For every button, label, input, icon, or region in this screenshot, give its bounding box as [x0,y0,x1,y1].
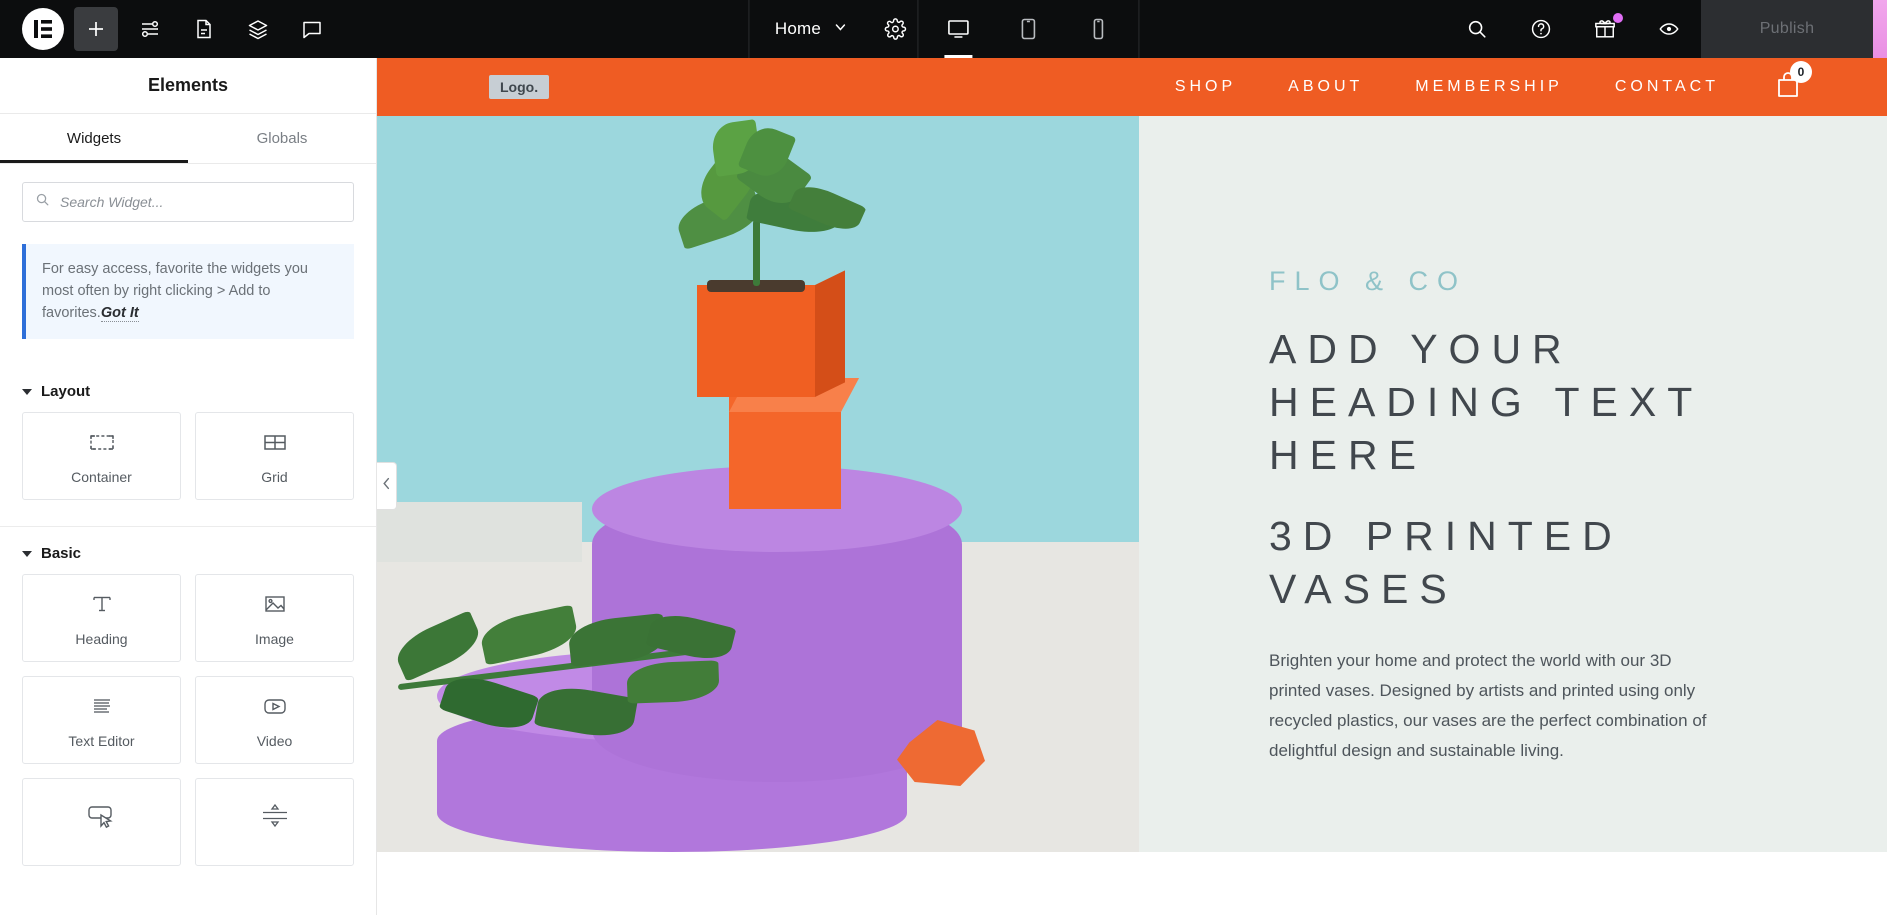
widget-label: Grid [261,469,288,485]
elementor-logo-icon[interactable] [22,8,64,50]
widget-text-editor[interactable]: Text Editor [22,676,181,764]
nav-link-membership[interactable]: MEMBERSHIP [1415,78,1563,96]
video-play-icon [260,691,290,721]
hero-heading[interactable]: ADD YOUR HEADING TEXT HERE [1269,323,1739,482]
widget-grid-basic: Heading Image Text Editor Video [0,574,376,866]
container-icon [87,427,117,457]
category-title: Basic [41,545,82,562]
accent-edge-strip [1873,0,1887,58]
tab-widgets-label: Widgets [66,130,122,147]
site-nav-links: SHOP ABOUT MEMBERSHIP CONTACT [1175,78,1719,96]
hero-paragraph[interactable]: Brighten your home and protect the world… [1269,646,1721,766]
tab-globals-label: Globals [256,130,308,147]
orange-cube-upper-side [815,270,845,397]
add-element-button[interactable] [74,7,118,51]
hero-eyebrow: FLO & CO [1269,266,1468,296]
hero-section: FLO & CO ADD YOUR HEADING TEXT HERE 3D P… [377,116,1887,852]
divider-icon [258,803,292,829]
button-icon [85,803,119,829]
sliders-icon[interactable] [128,7,172,51]
gift-notification-dot [1613,13,1623,23]
got-it-link[interactable]: Got It [100,305,139,322]
chat-bubble-icon[interactable] [290,7,334,51]
widget-label: Image [255,631,294,647]
widget-label: Container [71,469,132,485]
widget-image[interactable]: Image [195,574,354,662]
page-selector[interactable]: Home [749,0,873,58]
site-logo[interactable]: Logo. [489,75,550,99]
tab-widgets[interactable]: Widgets [0,114,188,163]
cart-button[interactable]: 0 [1775,60,1812,104]
cart-count-badge: 0 [1790,60,1812,83]
panel-collapse-handle[interactable] [377,462,397,510]
category-header-basic[interactable]: Basic [0,527,376,574]
search-widget-input[interactable] [60,194,341,210]
top-bar-right-tools: Publish [1445,0,1887,58]
image-floor-left [377,502,582,562]
top-bar-center: Home [747,0,1140,58]
publish-button[interactable]: Publish [1701,0,1873,58]
orange-cube-lower [729,397,841,509]
heading-t-icon [87,589,117,619]
site-settings-gear-icon[interactable] [873,7,917,51]
favorites-notice: For easy access, favorite the widgets yo… [22,244,354,339]
device-desktop-button[interactable] [936,0,980,58]
widget-label: Video [256,733,293,749]
plant-stem [753,220,760,286]
widget-grid[interactable]: Grid [195,412,354,500]
document-icon[interactable] [182,7,226,51]
shopping-bag-icon [1775,71,1801,103]
elements-panel: Elements Widgets Globals For easy access… [0,58,377,915]
nav-link-about[interactable]: ABOUT [1288,78,1363,96]
preview-eye-icon[interactable] [1647,7,1691,51]
text-editor-icon [87,691,117,721]
widget-label: Heading [75,631,128,647]
widget-button[interactable] [22,778,181,866]
image-icon [260,589,290,619]
hero-text-block: FLO & CO ADD YOUR HEADING TEXT HERE 3D P… [1139,116,1887,852]
site-header-nav: Logo. SHOP ABOUT MEMBERSHIP CONTACT 0 [377,58,1887,116]
chevron-left-icon [382,477,391,495]
gift-icon[interactable] [1583,7,1627,51]
panel-header: Elements [0,58,376,114]
nav-link-contact[interactable]: CONTACT [1615,78,1719,96]
panel-title: Elements [147,75,229,95]
nav-link-shop[interactable]: SHOP [1175,78,1236,96]
search-icon [35,192,50,212]
widget-video[interactable]: Video [195,676,354,764]
divider [1138,0,1140,58]
widget-category-layout: Layout Container Grid [0,365,376,500]
search-widget-section [0,164,376,222]
favorites-notice-text: For easy access, favorite the widgets yo… [42,261,308,321]
widget-label: Text Editor [68,733,135,749]
hero-product-image [377,116,1139,852]
device-mobile-button[interactable] [1076,0,1120,58]
widget-divider[interactable] [195,778,354,866]
page-canvas: Logo. SHOP ABOUT MEMBERSHIP CONTACT 0 FL… [377,58,1887,915]
widget-grid-layout: Container Grid [0,412,376,500]
chevron-down-icon [22,388,32,395]
hero-subheading[interactable]: 3D PRINTED VASES [1269,510,1739,616]
category-title: Layout [41,383,91,400]
page-name: Home [774,19,822,38]
help-icon[interactable] [1519,7,1563,51]
panel-tabs: Widgets Globals [0,114,376,164]
search-icon[interactable] [1455,7,1499,51]
grid-icon [260,427,290,457]
layers-icon[interactable] [236,7,280,51]
widget-heading[interactable]: Heading [22,574,181,662]
chevron-down-icon [833,20,847,39]
top-bar-left-tools [0,7,334,51]
tab-globals[interactable]: Globals [188,114,376,163]
chevron-down-icon [22,550,32,557]
category-header-layout[interactable]: Layout [0,365,376,412]
widget-category-basic: Basic Heading Image Text Editor Video [0,526,376,866]
device-mode-switcher [918,0,1138,58]
orange-cube-upper [697,285,815,397]
widget-container[interactable]: Container [22,412,181,500]
editor-top-bar: Home Publish [0,0,1887,58]
device-tablet-button[interactable] [1006,0,1050,58]
search-box[interactable] [22,182,354,222]
